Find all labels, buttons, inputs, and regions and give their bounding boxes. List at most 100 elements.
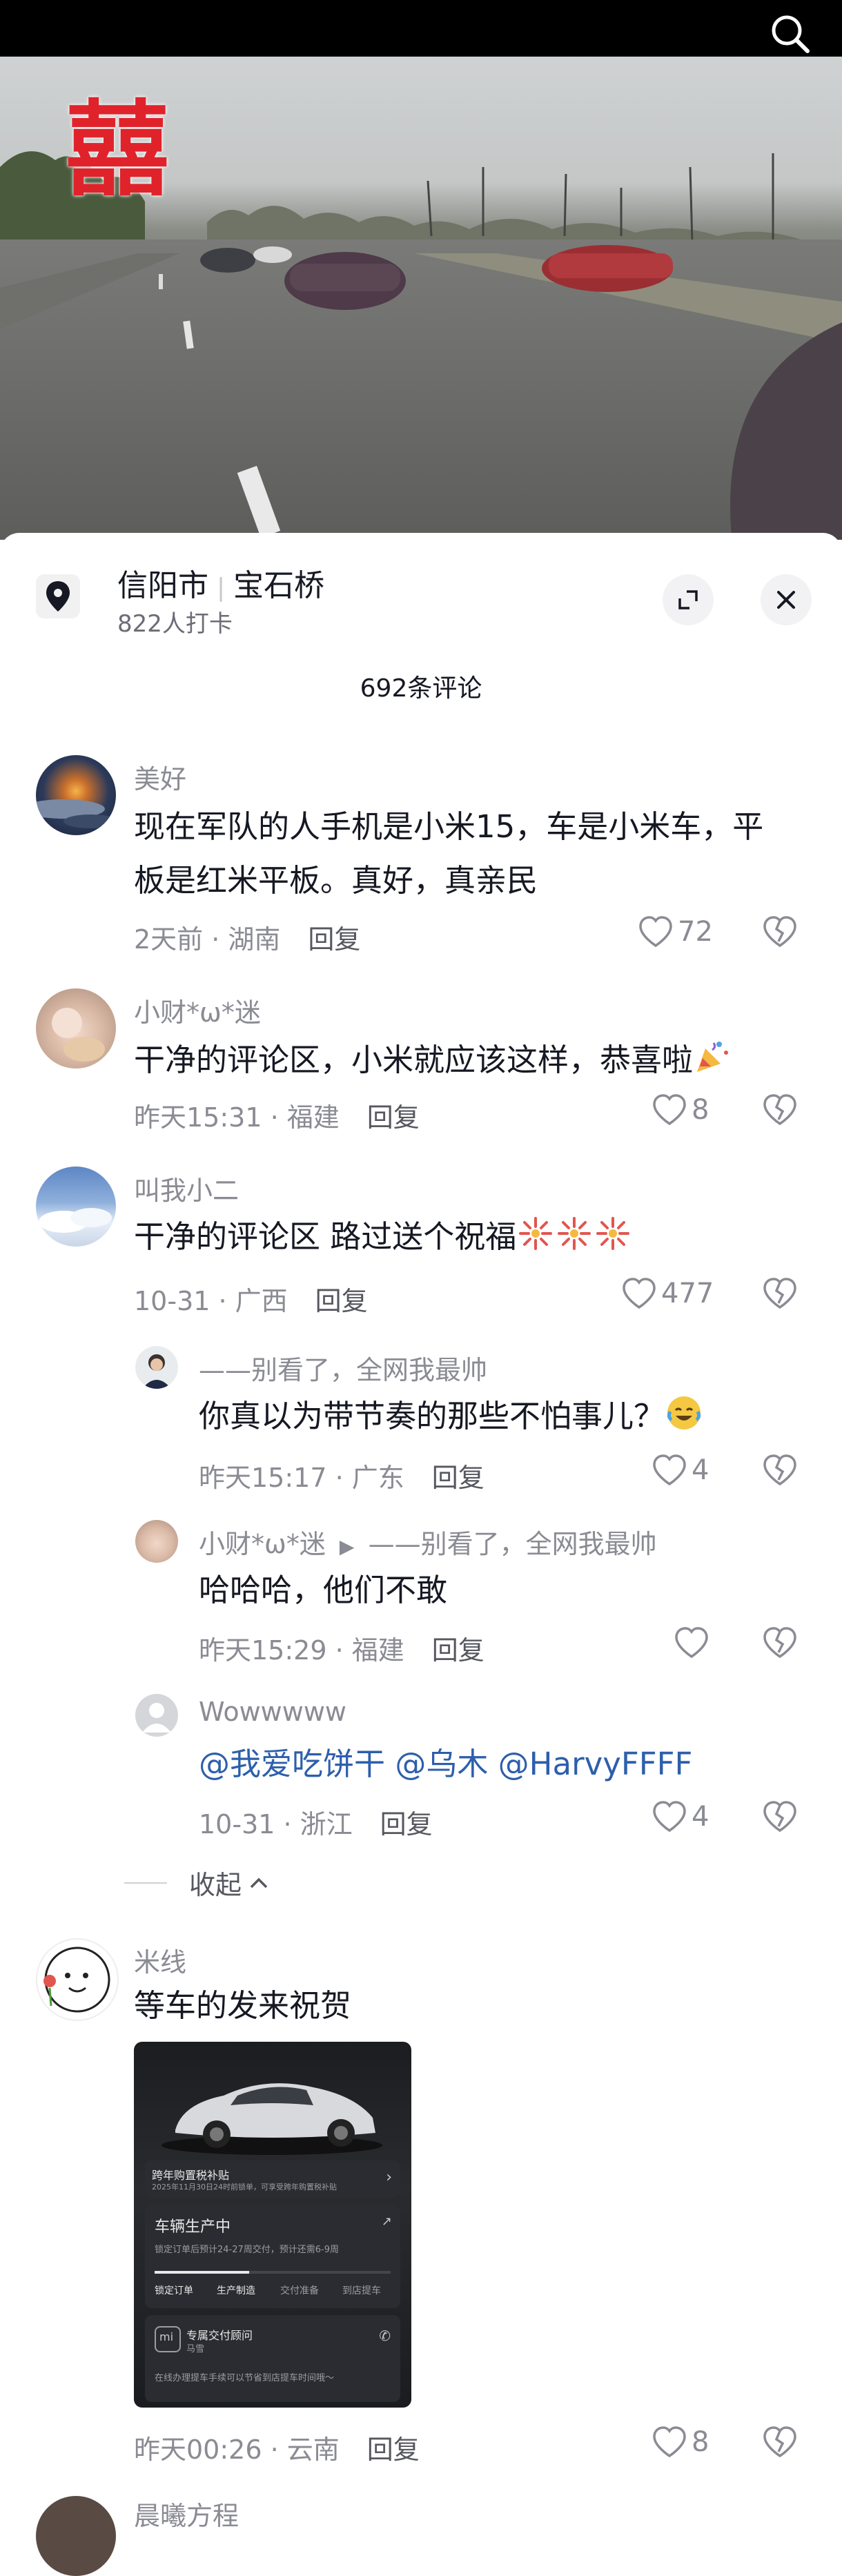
- like-count: 4: [692, 1454, 709, 1486]
- avatar[interactable]: [135, 1694, 178, 1737]
- advisor-card[interactable]: mi 专属交付顾问 马雪 ✆ 在线办理提车手续可以节省到店提车时间哦～: [145, 2315, 400, 2402]
- comment-username[interactable]: 美好: [134, 758, 186, 796]
- close-icon: [777, 591, 795, 609]
- reply-time-location: 昨天15:17 · 广东: [199, 1463, 404, 1493]
- dislike-button[interactable]: [762, 1800, 798, 1836]
- like-button[interactable]: 477: [621, 1277, 714, 1310]
- broken-heart-icon: [763, 916, 796, 948]
- dislike-button[interactable]: [762, 2426, 798, 2461]
- search-icon[interactable]: [766, 10, 814, 58]
- like-button[interactable]: 4: [652, 1800, 709, 1833]
- chevron-right-icon: ›: [386, 2169, 392, 2186]
- reply-text: 哈哈哈，他们不敢: [199, 1572, 448, 1608]
- reply-text: 你真以为带节奏的那些不怕事儿？: [199, 1392, 703, 1441]
- advisor-desc: 在线办理提车手续可以节省到店提车时间哦～: [155, 2373, 335, 2383]
- chevron-up-icon: [250, 1877, 268, 1888]
- mention-link[interactable]: @乌木: [395, 1746, 488, 1782]
- crying-laughing-icon: [667, 1396, 701, 1430]
- heart-icon: [653, 1454, 686, 1486]
- reply-button[interactable]: 回复: [308, 924, 360, 955]
- dislike-button[interactable]: [762, 1626, 798, 1662]
- mention-link[interactable]: @我爱吃饼干: [199, 1746, 385, 1782]
- heart-icon: [653, 1094, 686, 1126]
- location-pin-icon[interactable]: [36, 574, 80, 618]
- comment-time-location: 10-31 · 广西: [134, 1286, 288, 1316]
- avatar[interactable]: [36, 988, 116, 1069]
- close-button[interactable]: [761, 574, 812, 625]
- comment-username[interactable]: 米线: [134, 1941, 186, 1979]
- like-count: 8: [692, 2426, 709, 2458]
- reply-to-username[interactable]: ——别看了，全网我最帅: [369, 1529, 657, 1559]
- broken-heart-icon: [763, 1801, 796, 1833]
- fireworks-icon: [519, 1217, 553, 1250]
- reply-username[interactable]: Wowwwww: [199, 1697, 346, 1727]
- comment-time-location: 2天前 · 湖南: [134, 924, 281, 955]
- heart-icon: [675, 1627, 708, 1659]
- avatar[interactable]: [36, 755, 116, 835]
- avatar[interactable]: [36, 1938, 119, 2021]
- reply-button[interactable]: 回复: [432, 1635, 484, 1666]
- dislike-button[interactable]: [762, 1277, 798, 1313]
- production-desc: 锁定订单后预计24-27周交付，预计还需6-9周: [155, 2245, 340, 2255]
- like-count: 477: [661, 1278, 714, 1309]
- avatar[interactable]: [135, 1346, 178, 1389]
- reply-button[interactable]: 回复: [432, 1463, 484, 1493]
- comment-text: 现在军队的人手机是小米15，车是小米车，平: [134, 808, 764, 845]
- step-label: 生产制造: [217, 2285, 255, 2296]
- production-card[interactable]: 车辆生产中 ↗ 锁定订单后预计24-27周交付，预计还需6-9周 锁定订单 生产…: [145, 2205, 400, 2308]
- comment-text: 板是红米平板。真好，真亲民: [134, 862, 538, 899]
- default-avatar-icon: [142, 1703, 171, 1733]
- like-button[interactable]: 72: [638, 915, 713, 948]
- avatar[interactable]: [135, 1520, 178, 1563]
- subsidy-title: 跨年购置税补贴: [152, 2169, 230, 2182]
- comment-meta: 10-31 · 广西 回复: [134, 1280, 368, 1318]
- reply-button[interactable]: 回复: [380, 1809, 433, 1840]
- dislike-button[interactable]: [762, 1454, 798, 1490]
- like-count: 72: [678, 916, 713, 948]
- collapse-replies-button[interactable]: 收起: [124, 1864, 271, 1902]
- comment-text: 等车的发来祝贺: [134, 1987, 352, 2024]
- avatar[interactable]: [36, 2496, 116, 2576]
- reply-button[interactable]: 回复: [315, 1286, 368, 1316]
- fireworks-icon: [558, 1217, 591, 1250]
- comment-image[interactable]: 跨年购置税补贴 2025年11月30日24时前锁单，可享受跨年购置税补贴 › 车…: [134, 2042, 411, 2408]
- reply-time-location: 昨天15:29 · 福建: [199, 1635, 404, 1666]
- broken-heart-icon: [763, 1094, 796, 1126]
- phone-icon: ✆: [379, 2328, 391, 2344]
- reply-username-line: 小财*ω*迷 ▶ ——别看了，全网我最帅: [199, 1523, 657, 1561]
- dislike-button[interactable]: [762, 915, 798, 951]
- reply-meta: 昨天15:29 · 福建 回复: [199, 1629, 484, 1667]
- step-label: 交付准备: [280, 2285, 319, 2296]
- advisor-title: 专属交付顾问: [186, 2329, 253, 2342]
- broken-heart-icon: [763, 1278, 796, 1309]
- comment-username[interactable]: 小财*ω*迷: [134, 991, 261, 1029]
- location-checkins: 822人打卡: [117, 610, 233, 638]
- like-button[interactable]: 8: [652, 2426, 709, 2459]
- avatar[interactable]: [36, 1167, 116, 1247]
- video-frame[interactable]: 囍: [0, 57, 842, 540]
- reply-text-content: 你真以为带节奏的那些不怕事儿？: [199, 1398, 665, 1434]
- comment-text-content: 干净的评论区 路过送个祝福: [134, 1218, 517, 1255]
- reply-username[interactable]: ——别看了，全网我最帅: [199, 1349, 487, 1387]
- comment-username[interactable]: 晨曦方程: [134, 2495, 239, 2533]
- advisor-name: 马雪: [186, 2344, 205, 2354]
- mention-link[interactable]: @HarvyFFFF: [498, 1746, 693, 1782]
- reply-button[interactable]: 回复: [367, 1102, 420, 1133]
- like-button[interactable]: [674, 1626, 714, 1659]
- broken-heart-icon: [763, 1627, 796, 1659]
- broken-heart-icon: [763, 2426, 796, 2458]
- location-place: 宝石桥: [233, 568, 325, 603]
- top-bar: [0, 0, 842, 57]
- road: [0, 240, 842, 540]
- subsidy-card[interactable]: 跨年购置税补贴 2025年11月30日24时前锁单，可享受跨年购置税补贴 ›: [145, 2160, 400, 2198]
- expand-button[interactable]: [663, 574, 714, 625]
- comment-meta: 2天前 · 湖南 回复: [134, 918, 360, 956]
- comment-username[interactable]: 叫我小二: [134, 1169, 239, 1207]
- like-button[interactable]: 8: [652, 1093, 709, 1126]
- dislike-button[interactable]: [762, 1093, 798, 1129]
- like-button[interactable]: 4: [652, 1454, 709, 1487]
- location-title[interactable]: 信阳市 | 宝石桥: [117, 560, 324, 605]
- heart-icon: [653, 2426, 686, 2458]
- reply-username[interactable]: 小财*ω*迷: [199, 1529, 326, 1559]
- reply-button[interactable]: 回复: [367, 2434, 420, 2465]
